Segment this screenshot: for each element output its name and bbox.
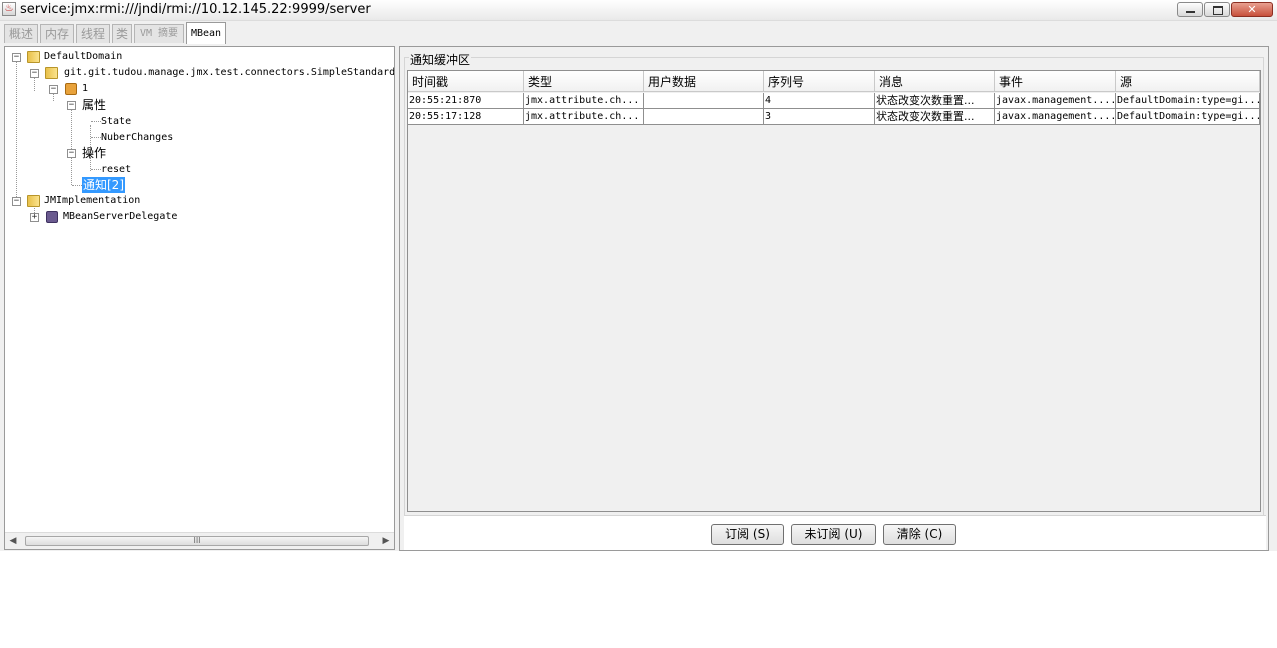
tree-guide [34,77,35,91]
mbean-icon [46,211,58,223]
java-app-icon: ♨ [2,2,16,16]
cell-user-data [644,93,764,109]
window-title: service:jmx:rmi:///jndi/rmi://10.12.145.… [20,2,371,17]
tab-memory[interactable]: 内存 [40,24,74,43]
window-controls: ✕ [1176,2,1273,17]
close-button[interactable]: ✕ [1231,2,1273,17]
scroll-left-arrow[interactable]: ◀ [5,533,21,549]
minimize-button[interactable] [1177,2,1203,17]
tab-threads[interactable]: 线程 [76,24,110,43]
main-window: ♨ service:jmx:rmi:///jndi/rmi://10.12.14… [0,0,1277,551]
tree-guide [16,61,17,203]
tree-node-attr-nuber-changes[interactable]: NuberChanges [101,130,173,146]
column-header-timestamp[interactable]: 时间戳 [408,71,524,92]
tree-node-op-reset[interactable]: reset [101,162,131,178]
cell-sequence: 4 [764,93,875,109]
cell-user-data [644,109,764,125]
cell-type: jmx.attribute.ch... [524,109,644,125]
folder-icon [45,67,58,79]
collapse-toggle-simple-standard[interactable]: − [30,69,39,78]
mbean-tree-panel: − DefaultDomain − git.git.tudou.manage.j… [4,46,395,550]
column-header-event[interactable]: 事件 [995,71,1116,92]
tree-guide [91,169,101,170]
notification-buffer-title: 通知缓冲区 [409,51,472,68]
subscribe-button[interactable]: 订阅 (S) [711,524,784,545]
table-row[interactable]: 20:55:21:870 jmx.attribute.ch... 4 状态改变次… [408,93,1260,109]
notification-table: 时间戳 类型 用户数据 序列号 消息 事件 源 20:55:21:870 jmx… [407,70,1261,512]
tree-guide [91,137,101,138]
scroll-right-arrow[interactable]: ▶ [378,533,394,549]
collapse-toggle-jmimplementation[interactable]: − [12,197,21,206]
tree-node-notifications[interactable]: 通知[2] [82,177,125,193]
tab-vm-summary[interactable]: VM 摘要 [134,24,184,43]
tree-node-simple-standard[interactable]: git.git.tudou.manage.jmx.test.connectors… [64,65,394,81]
expand-toggle-mbean-server-delegate[interactable]: + [30,213,39,222]
collapse-toggle-instance[interactable]: − [49,85,58,94]
cell-timestamp: 20:55:17:128 [408,109,524,125]
cell-event: javax.management.... [995,109,1116,125]
scroll-thumb[interactable]: III [25,536,369,546]
tree-node-mbean-server-delegate[interactable]: MBeanServerDelegate [63,209,177,225]
cell-event: javax.management.... [995,93,1116,109]
maximize-button[interactable] [1204,2,1230,17]
tree-guide [72,185,82,186]
tree-node-attr-state[interactable]: State [101,114,131,130]
collapse-toggle-default-domain[interactable]: − [12,53,21,62]
tree-node-default-domain[interactable]: DefaultDomain [44,49,122,65]
unsubscribe-button[interactable]: 未订阅 (U) [791,524,876,545]
folder-icon [27,195,40,207]
column-header-user-data[interactable]: 用户数据 [644,71,764,92]
cell-message: 状态改变次数重置... [875,109,995,125]
clear-button[interactable]: 清除 (C) [883,524,956,545]
cell-message: 状态改变次数重置... [875,93,995,109]
cell-source: DefaultDomain:type=gi... [1116,109,1260,125]
tab-classes[interactable]: 类 [112,24,132,43]
column-header-type[interactable]: 类型 [524,71,644,92]
notification-panel: 通知缓冲区 时间戳 类型 用户数据 序列号 消息 事件 源 20:55:21:8… [399,46,1269,551]
table-row[interactable]: 20:55:17:128 jmx.attribute.ch... 3 状态改变次… [408,109,1260,125]
tree-guide [91,121,101,122]
table-header: 时间戳 类型 用户数据 序列号 消息 事件 源 [408,71,1260,92]
tree-node-instance-1[interactable]: 1 [82,81,88,97]
collapse-toggle-attributes[interactable]: − [67,101,76,110]
cell-sequence: 3 [764,109,875,125]
button-bar: 订阅 (S) 未订阅 (U) 清除 (C) [404,515,1266,550]
tree-guide [53,93,54,101]
tab-bar: 概述 内存 线程 类 VM 摘要 MBean [0,20,1277,59]
horizontal-scrollbar[interactable]: ◀ III ▶ [5,532,394,549]
column-header-message[interactable]: 消息 [875,71,995,92]
tab-mbean[interactable]: MBean [186,22,226,44]
title-bar: ♨ service:jmx:rmi:///jndi/rmi://10.12.14… [0,0,1277,21]
tree-node-jmimplementation[interactable]: JMImplementation [44,193,140,209]
column-header-sequence[interactable]: 序列号 [764,71,875,92]
minimize-icon [1186,11,1195,13]
column-header-source[interactable]: 源 [1116,71,1260,92]
tree-node-operations[interactable]: 操作 [82,145,106,161]
tree-node-attributes[interactable]: 属性 [82,97,106,113]
cell-timestamp: 20:55:21:870 [408,93,524,109]
mbean-icon [65,83,77,95]
tree-guide [71,109,72,185]
folder-icon [27,51,40,63]
maximize-icon [1213,6,1223,15]
collapse-toggle-operations[interactable]: − [67,149,76,158]
tab-overview[interactable]: 概述 [4,24,38,43]
cell-type: jmx.attribute.ch... [524,93,644,109]
cell-source: DefaultDomain:type=gi... [1116,93,1260,109]
